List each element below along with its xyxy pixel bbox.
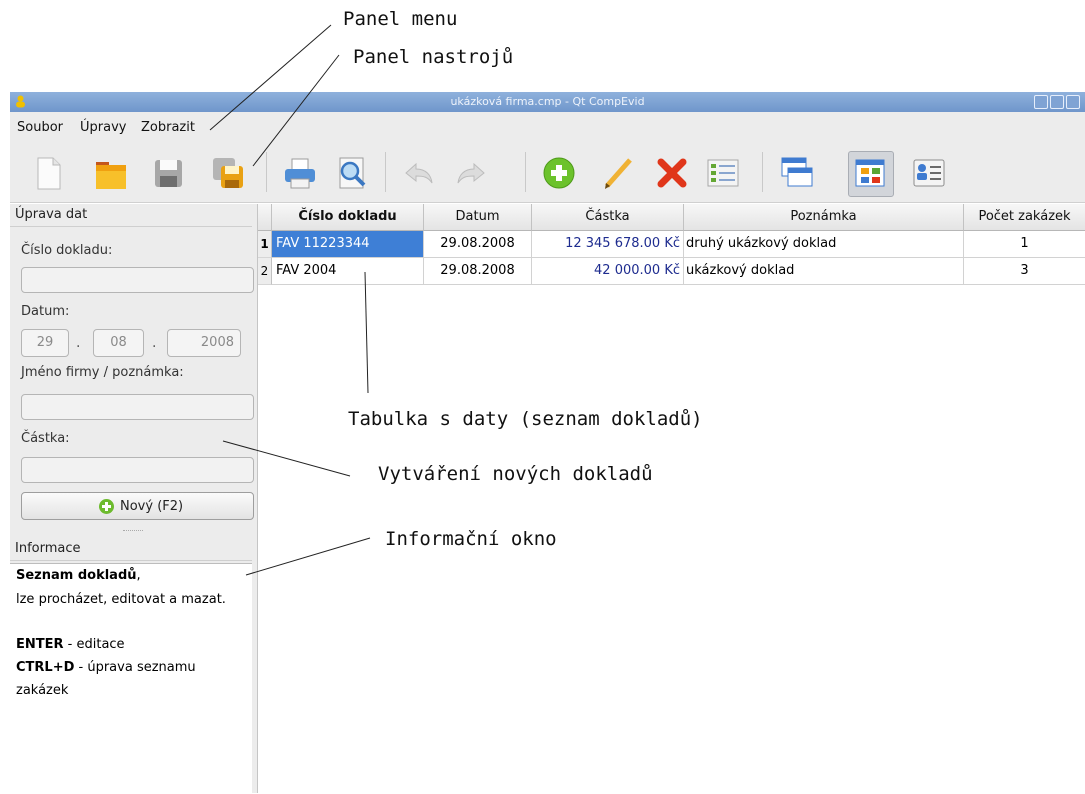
table-cell-note[interactable]: druhý ukázkový doklad [684, 231, 964, 258]
add-icon[interactable] [537, 151, 581, 195]
date-separator: . [152, 335, 157, 351]
window-title: ukázková firma.cmp - Qt CompEvid [450, 95, 645, 108]
table-cell-amount[interactable]: 42 000.00 Kč [532, 258, 684, 285]
info-panel: Seznam dokladů, lze procházet, editovat … [10, 563, 252, 794]
amount-field[interactable] [21, 457, 254, 483]
table-cell-order-count[interactable]: 1 [964, 231, 1085, 258]
toolbar-separator [385, 152, 386, 192]
undo-icon[interactable] [396, 151, 440, 195]
toolbar [10, 142, 1085, 203]
windows-icon[interactable] [775, 151, 819, 195]
callout-panel-menu: Panel menu [343, 8, 458, 30]
column-header-doc-number[interactable]: Číslo dokladu [272, 204, 424, 231]
splitter-handle[interactable] [123, 530, 143, 534]
menu-view[interactable]: Zobrazit [141, 120, 195, 135]
print-icon[interactable] [278, 151, 322, 195]
doc-number-field[interactable] [21, 267, 254, 293]
callout-panel-tools: Panel nastrojů [353, 46, 514, 68]
info-line2: lze procházet, editovat a mazat. [16, 592, 226, 607]
add-icon [99, 499, 114, 514]
table-cell-amount[interactable]: 12 345 678.00 Kč [532, 231, 684, 258]
document-table: Číslo dokladu Datum Částka Poznámka Poče… [258, 204, 1085, 793]
column-header-date[interactable]: Datum [424, 204, 532, 231]
edit-panel-header: Úprava dat [10, 204, 252, 227]
column-header-note[interactable]: Poznámka [684, 204, 964, 231]
date-day-field[interactable]: 29 [21, 329, 69, 357]
company-label: Jméno firmy / poznámka: [21, 365, 184, 380]
table-cell-date[interactable]: 29.08.2008 [424, 258, 532, 285]
toolbar-separator [525, 152, 526, 192]
row-header[interactable]: 1 [258, 231, 272, 258]
info-title-bold: Seznam dokladů [16, 568, 137, 583]
edit-panel-title: Úprava dat [15, 207, 88, 222]
date-year-field[interactable]: 2008 [167, 329, 241, 357]
new-document-button[interactable]: Nový (F2) [21, 492, 254, 520]
print-preview-icon[interactable] [330, 151, 374, 195]
column-header-amount[interactable]: Částka [532, 204, 684, 231]
close-icon[interactable] [1066, 95, 1080, 109]
table-cell-doc-number[interactable]: FAV 2004 [272, 258, 424, 285]
toolbar-separator [266, 152, 267, 192]
info-ctrl-desc: - úprava seznamu [74, 660, 196, 675]
menu-file[interactable]: Soubor [17, 120, 63, 135]
table-cell-date[interactable]: 29.08.2008 [424, 231, 532, 258]
callout-info: Informační okno [385, 528, 557, 550]
amount-label: Částka: [21, 431, 70, 446]
table-cell-note[interactable]: ukázkový doklad [684, 258, 964, 285]
date-label: Datum: [21, 304, 70, 319]
maximize-icon[interactable] [1050, 95, 1064, 109]
info-ctrl-desc2: zakázek [16, 683, 69, 698]
info-enter-key: ENTER [16, 637, 64, 652]
edit-panel: Úprava dat Číslo dokladu: Datum: 29 . 08… [10, 204, 258, 794]
toolbar-separator [762, 152, 763, 192]
info-panel-header: Informace [10, 538, 252, 561]
minimize-icon[interactable] [1034, 95, 1048, 109]
callout-create: Vytváření nových dokladů [378, 463, 653, 485]
callout-table: Tabulka s daty (seznam dokladů) [348, 408, 703, 430]
menu-edit[interactable]: Úpravy [80, 120, 126, 135]
info-ctrl-key: CTRL+D [16, 660, 75, 675]
info-enter-desc: - editace [63, 637, 125, 652]
table-corner [258, 204, 272, 231]
grid-view-icon[interactable] [848, 151, 894, 197]
doc-number-label: Číslo dokladu: [21, 243, 113, 258]
list-checks-icon[interactable] [701, 151, 745, 195]
contacts-icon[interactable] [907, 151, 951, 195]
info-panel-title: Informace [15, 541, 81, 556]
save-as-icon[interactable] [206, 151, 250, 195]
date-separator: . [76, 335, 81, 351]
delete-icon[interactable] [650, 151, 694, 195]
redo-icon[interactable] [450, 151, 494, 195]
info-title-comma: , [136, 568, 141, 583]
menu-bar: Soubor Úpravy Zobrazit [10, 112, 1085, 142]
edit-pencil-icon[interactable] [596, 151, 640, 195]
table-cell-order-count[interactable]: 3 [964, 258, 1085, 285]
date-month-field[interactable]: 08 [93, 329, 144, 357]
table-cell-doc-number[interactable]: FAV 11223344 [272, 231, 424, 258]
save-icon[interactable] [146, 151, 190, 195]
new-file-icon[interactable] [26, 151, 70, 195]
new-button-label: Nový (F2) [120, 499, 184, 514]
window-title-bar[interactable]: ukázková firma.cmp - Qt CompEvid [10, 92, 1085, 112]
company-field[interactable] [21, 394, 254, 420]
row-header[interactable]: 2 [258, 258, 272, 285]
open-folder-icon[interactable] [89, 151, 133, 195]
column-header-order-count[interactable]: Počet zakázek [964, 204, 1085, 231]
